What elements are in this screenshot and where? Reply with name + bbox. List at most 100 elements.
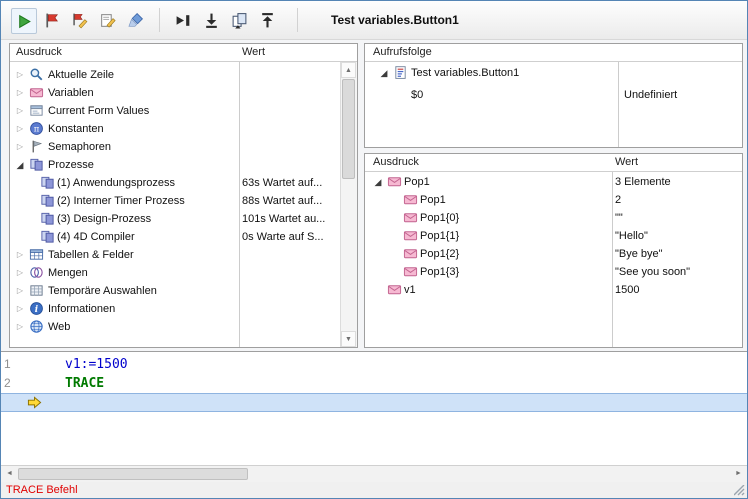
tree-item-aktuelle-zeile[interactable]: ▷ Aktuelle Zeile	[10, 66, 357, 84]
process-icon	[40, 211, 55, 226]
no-trace-button[interactable]	[11, 8, 37, 34]
scroll-right-button[interactable]: ►	[730, 466, 747, 482]
step-over-button[interactable]	[171, 8, 195, 32]
collapse-arrow-icon[interactable]: ▷	[15, 286, 25, 295]
call-chain-value: Undefiniert	[624, 89, 677, 101]
collapse-arrow-icon[interactable]: ▷	[15, 304, 25, 313]
tree-item-prozesse[interactable]: ◢ Prozesse	[10, 156, 357, 174]
tree-item-label: Tabellen & Felder	[48, 249, 134, 261]
tree-item-label: (1) Anwendungsprozess	[57, 177, 175, 189]
step-into-process-button[interactable]	[227, 8, 251, 32]
watch-row-v1[interactable]: v1 1500	[365, 281, 742, 299]
horizontal-scrollbar[interactable]: ◄ ►	[1, 465, 747, 482]
process-icon	[29, 157, 44, 172]
collapse-arrow-icon[interactable]: ▷	[15, 322, 25, 331]
tree-item-design-prozess[interactable]: (3) Design-Prozess 101s Wartet au...	[10, 210, 357, 228]
edit-method-button[interactable]	[95, 8, 119, 32]
scrollbar-thumb[interactable]	[18, 468, 248, 480]
clear-button[interactable]	[123, 8, 147, 32]
call-chain-header: Aufrufsfolge	[365, 44, 742, 62]
tree-item-informationen[interactable]: ▷ Informationen	[10, 300, 357, 318]
flag-pencil-icon	[71, 12, 88, 29]
code-text: v1:=1500	[65, 357, 128, 372]
tree-item-current-form-values[interactable]: ▷ Current Form Values	[10, 102, 357, 120]
resize-grip-icon[interactable]	[734, 485, 745, 496]
status-message: TRACE Befehl	[6, 484, 78, 496]
expression-column-header: Ausdruck	[16, 46, 62, 58]
watch-label: Pop1{3}	[420, 266, 459, 278]
collapse-arrow-icon[interactable]: ▷	[15, 268, 25, 277]
collapse-arrow-icon[interactable]: ▷	[15, 106, 25, 115]
expression-panel-header: Ausdruck Wert	[10, 44, 357, 62]
expand-arrow-icon[interactable]: ◢	[379, 68, 389, 79]
process-icon	[40, 229, 55, 244]
watch-value: 2	[615, 194, 621, 206]
collapse-arrow-icon[interactable]: ▷	[15, 142, 25, 151]
form-icon	[29, 103, 44, 118]
edit-pencil-icon	[99, 12, 116, 29]
scroll-left-button[interactable]: ◄	[1, 466, 18, 482]
collapse-arrow-icon[interactable]: ▷	[15, 70, 25, 79]
call-chain-row-result[interactable]: $0 Undefiniert	[365, 86, 742, 108]
expression-column-header: Ausdruck	[373, 156, 419, 168]
tree-item-interner-timer-prozess[interactable]: (2) Interner Timer Prozess 88s Wartet au…	[10, 192, 357, 210]
scroll-up-button[interactable]: ▲	[341, 62, 356, 78]
scroll-down-button[interactable]: ▼	[341, 331, 356, 347]
call-chain-label: $0	[411, 89, 423, 101]
step-into-button[interactable]	[199, 8, 223, 32]
debugger-window: Test variables.Button1 Ausdruck Wert ▷ A…	[0, 0, 748, 499]
tree-item-value: 0s Warte auf S...	[242, 231, 324, 243]
call-chain-row-method[interactable]: ◢ Test variables.Button1	[365, 64, 742, 86]
watch-row-pop1-0[interactable]: Pop1{0} ""	[365, 209, 742, 227]
variable-icon	[403, 246, 418, 261]
collapse-arrow-icon[interactable]: ▷	[15, 88, 25, 97]
expression-tree: ▷ Aktuelle Zeile ▷ Variablen ▷ Current F…	[10, 62, 357, 347]
tree-item-temporaere-auswahlen[interactable]: ▷ Temporäre Auswahlen	[10, 282, 357, 300]
watch-value: 3 Elemente	[615, 176, 671, 188]
tree-item-mengen[interactable]: ▷ Mengen	[10, 264, 357, 282]
expression-panel: Ausdruck Wert ▷ Aktuelle Zeile ▷ Variabl…	[9, 43, 358, 348]
expand-arrow-icon[interactable]: ◢	[15, 160, 25, 171]
tree-item-variablen[interactable]: ▷ Variablen	[10, 84, 357, 102]
watch-row-pop1[interactable]: ◢ Pop1 3 Elemente	[365, 173, 742, 191]
tree-item-semaphoren[interactable]: ▷ Semaphoren	[10, 138, 357, 156]
variable-icon	[387, 174, 402, 189]
vertical-scrollbar[interactable]: ▲ ▼	[340, 62, 357, 347]
tree-item-web[interactable]: ▷ Web	[10, 318, 357, 336]
sets-icon	[29, 265, 44, 280]
watch-panel: Ausdruck Wert ◢ Pop1 3 Elemente Pop1 2 P…	[364, 153, 743, 348]
watch-label: Pop1{2}	[420, 248, 459, 260]
collapse-arrow-icon[interactable]: ▷	[15, 124, 25, 133]
variable-icon	[403, 210, 418, 225]
tree-item-konstanten[interactable]: ▷ Konstanten	[10, 120, 357, 138]
step-out-button[interactable]	[255, 8, 279, 32]
variable-icon	[387, 282, 402, 297]
process-icon	[40, 175, 55, 190]
tree-item-tabellen-felder[interactable]: ▷ Tabellen & Felder	[10, 246, 357, 264]
scrollbar-thumb[interactable]	[342, 79, 355, 179]
collapse-arrow-icon[interactable]: ▷	[15, 250, 25, 259]
execution-line[interactable]	[1, 393, 747, 412]
watch-row-pop1-2[interactable]: Pop1{2} "Bye bye"	[365, 245, 742, 263]
code-line-2[interactable]: 2 TRACE	[1, 374, 747, 393]
watch-value: "Bye bye"	[615, 248, 663, 260]
method-icon	[393, 65, 408, 80]
code-editor[interactable]: 1 v1:=1500 2 TRACE	[1, 351, 747, 465]
value-column-header: Wert	[242, 46, 265, 58]
expand-arrow-icon[interactable]: ◢	[373, 177, 383, 188]
call-chain-panel: Aufrufsfolge ◢ Test variables.Button1 $0…	[364, 43, 743, 148]
watch-row-pop1-1[interactable]: Pop1{1} "Hello"	[365, 227, 742, 245]
tree-item-anwendungsprozess[interactable]: (1) Anwendungsprozess 63s Wartet auf...	[10, 174, 357, 192]
line-number: 1	[4, 357, 11, 371]
code-line-1[interactable]: 1 v1:=1500	[1, 355, 747, 374]
tree-item-value: 101s Wartet au...	[242, 213, 325, 225]
step-out-icon	[259, 12, 276, 29]
watch-list: ◢ Pop1 3 Elemente Pop1 2 Pop1{0} "" Pop1…	[365, 172, 742, 347]
watch-row-pop1-size[interactable]: Pop1 2	[365, 191, 742, 209]
tree-item-4d-compiler[interactable]: (4) 4D Compiler 0s Warte auf S...	[10, 228, 357, 246]
tree-item-label: Current Form Values	[48, 105, 149, 117]
watch-row-pop1-3[interactable]: Pop1{3} "See you soon"	[365, 263, 742, 281]
abort-button[interactable]	[39, 8, 63, 32]
toolbar: Test variables.Button1	[1, 1, 747, 40]
abort-and-edit-button[interactable]	[67, 8, 91, 32]
